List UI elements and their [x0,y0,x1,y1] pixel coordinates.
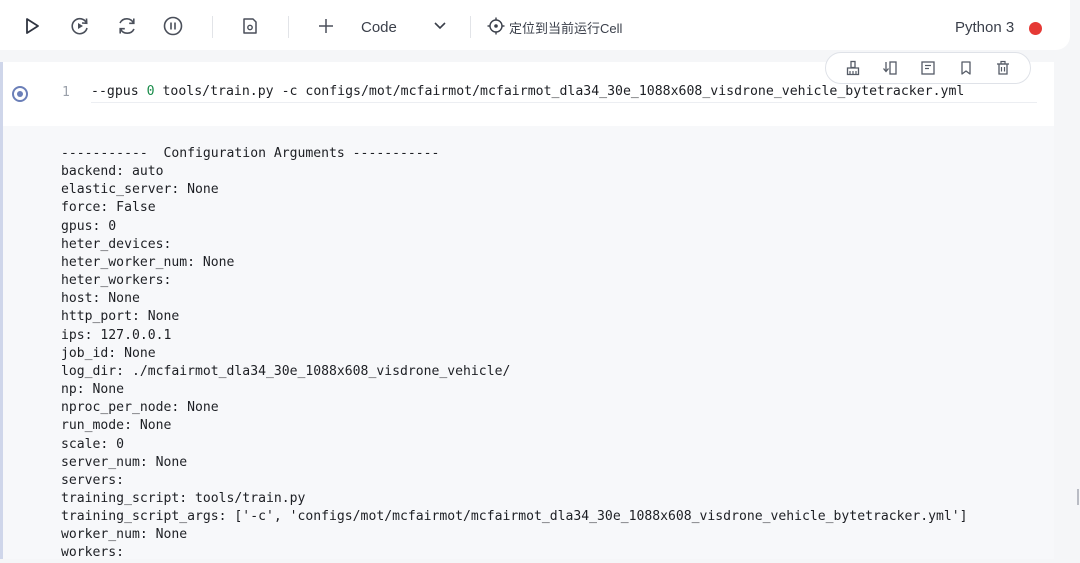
toolbar-divider [470,16,471,38]
output-line: force: False [61,200,156,216]
output-line: training_script: tools/train.py [61,490,306,506]
output-line: http_port: None [61,309,180,325]
cell-run-indicator[interactable] [12,86,28,102]
code-prefix: --gpus [91,84,147,99]
output-line: worker_num: None [61,527,188,543]
scrollbar-thumb[interactable] [1077,489,1079,505]
cell-type-select[interactable]: Code [361,19,397,36]
run-icon[interactable] [19,13,45,39]
output-line: nproc_per_node: None [61,400,219,416]
locate-label: 定位到当前运行Cell [509,21,623,36]
code-editor-line[interactable]: --gpus 0 tools/train.py -c configs/mot/m… [91,84,1037,103]
output-line: log_dir: ./mcfairmot_dla34_30e_1088x608_… [61,363,511,379]
output-line: job_id: None [61,345,156,361]
output-line: ----------- Configuration Arguments ----… [61,146,440,161]
comment-icon[interactable] [917,57,939,79]
output-line: servers: [61,472,125,488]
locate-running-cell-button[interactable]: 定位到当前运行Cell [487,17,622,38]
locate-icon [487,17,505,38]
interrupt-icon[interactable] [160,13,186,39]
output-line: server_num: None [61,454,188,470]
output-line: heter_workers: [61,273,172,289]
output-line: training_script_args: ['-c', 'configs/mo… [61,509,968,525]
output-line: host: None [61,291,140,307]
output-line: np: None [61,382,125,398]
output-line: ips: 127.0.0.1 [61,327,172,343]
cell-actions-toolbar [825,52,1031,84]
chevron-down-icon[interactable] [432,17,448,38]
output-line: elastic_server: None [61,182,219,198]
output-line: gpus: 0 [61,218,117,234]
output-line: backend: auto [61,164,164,180]
bookmark-icon[interactable] [955,57,977,79]
output-line: scale: 0 [61,436,125,452]
save-icon[interactable] [237,13,263,39]
run-all-icon[interactable] [67,13,93,39]
output-line: heter_devices: [61,236,172,252]
code-suffix: tools/train.py -c configs/mot/mcfairmot/… [154,84,965,99]
output-line: run_mode: None [61,418,172,434]
kernel-status-indicator [1029,22,1042,35]
cell-output-text: ----------- Configuration Arguments ----… [61,145,968,563]
delete-icon[interactable] [992,57,1014,79]
restart-icon[interactable] [114,13,140,39]
add-icon[interactable] [313,13,339,39]
notebook-toolbar: Code 定位到当前运行Cell Python 3 [0,0,1070,50]
output-line: workers: [61,545,125,561]
toolbar-divider [212,16,213,38]
toolbar-divider [288,16,289,38]
clear-output-icon[interactable] [842,57,864,79]
code-number-token: 0 [146,84,155,99]
kernel-name[interactable]: Python 3 [955,19,1014,36]
line-number: 1 [62,85,70,100]
insert-below-icon[interactable] [879,57,901,79]
output-line: heter_worker_num: None [61,254,235,270]
